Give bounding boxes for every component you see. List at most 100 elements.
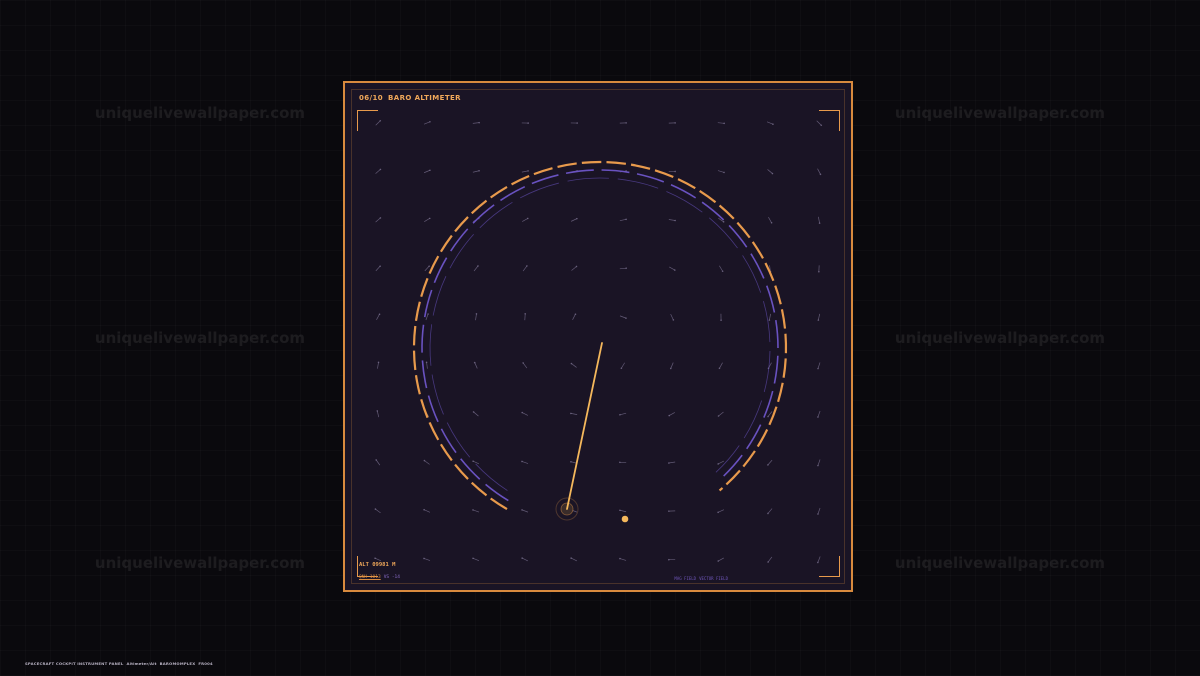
field-arrow-head bbox=[669, 367, 672, 370]
field-arrow-head bbox=[674, 170, 676, 173]
field-arrow-head bbox=[723, 122, 725, 125]
field-arrow-head bbox=[521, 509, 523, 511]
field-arrow bbox=[719, 362, 723, 369]
field-arrow-head bbox=[425, 361, 428, 364]
outer-orange-ring-segment bbox=[581, 160, 602, 164]
violet-ring-segment bbox=[531, 174, 559, 185]
field-arrow bbox=[619, 558, 627, 561]
field-arrow-head bbox=[475, 313, 478, 315]
field-arrow bbox=[423, 558, 431, 561]
outer-orange-ring-segment bbox=[606, 161, 627, 165]
field-arrow-head bbox=[770, 221, 773, 224]
field-arrow-head bbox=[722, 221, 725, 223]
field-arrow-head bbox=[619, 509, 621, 512]
gauge-needle-group bbox=[555, 342, 629, 523]
field-arrow bbox=[375, 508, 381, 514]
field-arrow bbox=[424, 218, 430, 222]
field-arrow-head bbox=[472, 509, 474, 511]
field-arrow-head bbox=[473, 361, 476, 364]
field-arrow bbox=[571, 363, 577, 368]
footer-caption-file: Altimeter/Alt bbox=[126, 661, 157, 666]
field-arrow-head bbox=[570, 460, 572, 463]
outer-orange-ring-segment bbox=[768, 406, 778, 426]
field-arrow-head bbox=[817, 319, 820, 321]
field-arrow-head bbox=[668, 414, 671, 417]
field-arrow bbox=[374, 557, 382, 562]
field-arrow-head bbox=[379, 168, 382, 171]
field-arrow bbox=[717, 122, 725, 124]
field-arrow bbox=[423, 121, 431, 125]
field-arrow bbox=[521, 557, 529, 562]
field-arrow bbox=[521, 412, 529, 416]
field-arrow-head bbox=[377, 361, 380, 364]
field-arrow bbox=[619, 267, 627, 270]
field-arrow-head bbox=[817, 513, 819, 515]
field-arrow-head bbox=[423, 459, 426, 462]
field-arrow-head bbox=[574, 313, 577, 315]
field-arrow bbox=[619, 412, 627, 416]
violet-ring-segment bbox=[601, 169, 630, 174]
field-arrow bbox=[717, 509, 725, 513]
field-arrow-head bbox=[576, 122, 578, 124]
field-arrow bbox=[718, 557, 724, 562]
field-arrow-head bbox=[718, 367, 721, 370]
field-arrow bbox=[472, 460, 480, 465]
field-arrow bbox=[571, 266, 577, 271]
field-arrow bbox=[472, 509, 480, 513]
violet-ring-segment bbox=[765, 285, 776, 313]
outer-orange-ring-segment bbox=[736, 221, 751, 239]
field-arrow bbox=[570, 413, 578, 415]
outer-orange-ring-segment bbox=[420, 277, 429, 298]
wallpaper-stage: uniquelivewallpaper.com uniquelivewallpa… bbox=[0, 0, 1200, 676]
field-arrow-head bbox=[721, 270, 724, 273]
outer-orange-ring-segment bbox=[742, 450, 756, 468]
field-arrow-head bbox=[522, 362, 524, 364]
field-arrow bbox=[375, 120, 381, 126]
field-arrow bbox=[670, 313, 674, 321]
inner-violet-ring-segment bbox=[743, 400, 763, 439]
outer-orange-ring-segment bbox=[751, 241, 764, 259]
inner-violet-ring-segment bbox=[431, 374, 444, 415]
outer-orange-ring-segment bbox=[439, 234, 453, 253]
reference-dot bbox=[621, 515, 629, 523]
field-arrow bbox=[376, 410, 380, 418]
field-arrow-head bbox=[472, 557, 474, 560]
field-arrow-head bbox=[429, 120, 431, 123]
outer-orange-ring-segment bbox=[699, 190, 717, 204]
altitude-readout: ALT 09981 M bbox=[359, 562, 396, 568]
field-arrow-head bbox=[423, 508, 425, 511]
field-arrow bbox=[718, 411, 724, 417]
field-arrow-head bbox=[472, 411, 475, 413]
inner-violet-ring-segment bbox=[475, 463, 508, 491]
violet-ring-segment bbox=[421, 360, 428, 389]
field-arrow-head bbox=[817, 464, 819, 467]
field-arrow-head bbox=[668, 510, 670, 512]
outer-orange-ring-segment bbox=[725, 469, 741, 486]
inner-violet-ring-segment bbox=[617, 178, 659, 189]
footer-caption-code: FR004 bbox=[198, 661, 213, 666]
field-arrow bbox=[472, 557, 480, 562]
field-arrow bbox=[719, 265, 723, 272]
footer-caption: SPACECRAFT COCKPIT INSTRUMENT PANEL Altim… bbox=[25, 661, 216, 666]
field-arrow bbox=[475, 313, 477, 321]
field-arrow-head bbox=[817, 416, 819, 418]
field-arrow bbox=[423, 169, 431, 174]
field-arrow bbox=[817, 556, 821, 563]
field-arrow-head bbox=[619, 557, 621, 560]
inner-violet-ring-segment bbox=[666, 191, 703, 213]
outer-orange-ring-segment bbox=[428, 255, 440, 274]
field-arrow-head bbox=[674, 219, 676, 222]
outer-orange-ring-segment bbox=[470, 199, 488, 215]
field-arrow bbox=[425, 313, 429, 321]
field-arrow bbox=[817, 313, 821, 321]
field-arrow bbox=[769, 313, 771, 321]
field-arrow bbox=[621, 362, 625, 369]
field-arrow-head bbox=[818, 222, 821, 224]
field-arrow bbox=[376, 314, 380, 320]
outer-orange-ring-segment bbox=[439, 443, 453, 462]
field-arrow bbox=[619, 218, 627, 222]
field-arrow bbox=[817, 459, 821, 466]
field-arrow-head bbox=[379, 119, 382, 122]
field-arrow-head bbox=[625, 218, 627, 221]
field-arrow-head bbox=[570, 557, 572, 559]
